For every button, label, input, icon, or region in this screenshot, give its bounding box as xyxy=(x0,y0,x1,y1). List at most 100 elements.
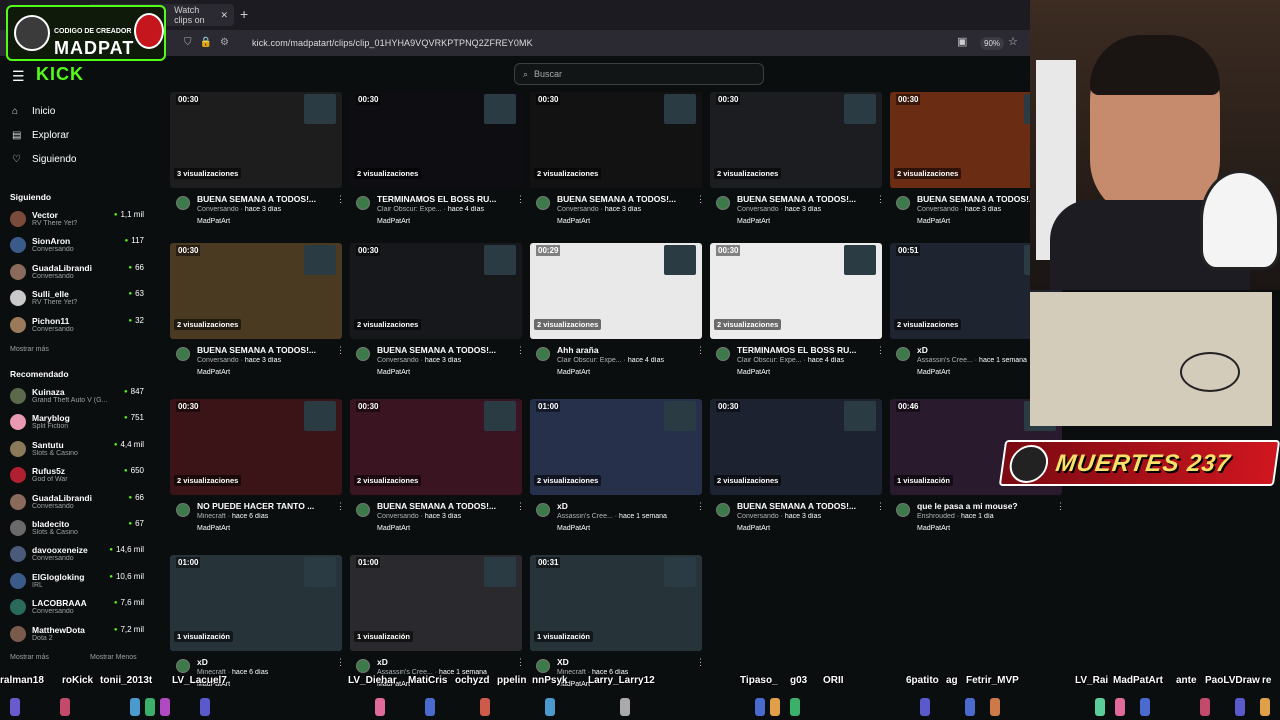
clip-user[interactable]: MadPatArt xyxy=(557,525,590,532)
more-options-icon[interactable]: ⋮ xyxy=(876,345,885,356)
clip-title[interactable]: xD xyxy=(917,345,1047,355)
clip-card[interactable]: 00:29 2 visualizaciones Ahh araña Clair Obs… xyxy=(530,243,705,389)
clip-user[interactable]: MadPatArt xyxy=(197,218,230,225)
clip-thumbnail[interactable]: 00:30 2 visualizaciones xyxy=(350,243,522,339)
clip-thumbnail[interactable]: 00:30 2 visualizaciones xyxy=(710,243,882,339)
clip-title[interactable]: BUENA SEMANA A TODOS!... xyxy=(557,194,687,204)
clip-thumbnail[interactable]: 01:00 1 visualización xyxy=(350,555,522,651)
clip-title[interactable]: BUENA SEMANA A TODOS!... xyxy=(377,501,507,511)
clip-category[interactable]: Enshrouded xyxy=(917,513,955,520)
clip-user[interactable]: MadPatArt xyxy=(377,369,410,376)
clip-category[interactable]: Clair Obscur: Expe... xyxy=(377,206,442,213)
avatar[interactable] xyxy=(356,503,370,517)
new-tab-button[interactable]: + xyxy=(240,6,248,22)
sidebar-channel[interactable]: MaryblogSplit Fiction 751 xyxy=(10,412,144,436)
avatar[interactable] xyxy=(356,196,370,210)
more-options-icon[interactable]: ⋮ xyxy=(336,345,345,356)
kick-logo[interactable]: KICK xyxy=(36,64,84,85)
avatar[interactable] xyxy=(536,503,550,517)
clip-thumbnail[interactable]: 00:30 2 visualizaciones xyxy=(710,399,882,495)
clip-user[interactable]: MadPatArt xyxy=(197,525,230,532)
close-tab-icon[interactable]: ✕ xyxy=(220,10,228,21)
clip-user[interactable]: MadPatArt xyxy=(737,369,770,376)
clip-thumbnail[interactable]: 00:30 2 visualizaciones xyxy=(350,399,522,495)
clip-title[interactable]: xD xyxy=(197,657,327,667)
clip-category[interactable]: Conversando xyxy=(197,357,239,364)
avatar[interactable] xyxy=(536,659,550,673)
clip-card[interactable]: 00:30 2 visualizaciones BUENA SEMANA A TOD… xyxy=(710,92,885,238)
sidebar-channel[interactable]: KuinazaGrand Theft Auto V (G... 847 xyxy=(10,386,144,410)
clip-user[interactable]: MadPatArt xyxy=(377,525,410,532)
shield-icon[interactable]: ⛉ xyxy=(184,37,192,48)
avatar[interactable] xyxy=(716,503,730,517)
clip-category[interactable]: Conversando xyxy=(197,206,239,213)
clip-title[interactable]: BUENA SEMANA A TODOS!... xyxy=(917,194,1047,204)
clip-thumbnail[interactable]: 00:30 2 visualizaciones xyxy=(350,92,522,188)
avatar[interactable] xyxy=(176,347,190,361)
sidebar-channel[interactable]: ElGloglokingIRL 10,6 mil xyxy=(10,571,144,595)
sidebar-channel[interactable]: davooxeneizeConversando 14,6 mil xyxy=(10,544,144,568)
clip-card[interactable]: 00:30 2 visualizaciones TERMINAMOS EL BOSS… xyxy=(350,92,525,238)
avatar[interactable] xyxy=(716,347,730,361)
clip-category[interactable]: Conversando xyxy=(557,206,599,213)
show-more-following[interactable]: Mostrar más xyxy=(10,346,49,353)
more-options-icon[interactable]: ⋮ xyxy=(876,501,885,512)
zoom-level[interactable]: 90% xyxy=(980,37,1005,50)
clip-thumbnail[interactable]: 00:30 2 visualizaciones xyxy=(170,243,342,339)
clip-title[interactable]: BUENA SEMANA A TODOS!... xyxy=(197,345,327,355)
avatar[interactable] xyxy=(896,503,910,517)
clip-category[interactable]: Clair Obscur: Expe... xyxy=(557,357,622,364)
more-options-icon[interactable]: ⋮ xyxy=(1056,501,1065,512)
more-options-icon[interactable]: ⋮ xyxy=(336,194,345,205)
sidebar-channel[interactable]: bladecitoSlots & Casino 67 xyxy=(10,518,144,542)
more-options-icon[interactable]: ⋮ xyxy=(336,657,345,668)
clip-user[interactable]: MadPatArt xyxy=(917,525,950,532)
avatar[interactable] xyxy=(176,503,190,517)
nav-explorar[interactable]: ▤ Explorar xyxy=(12,130,69,141)
lock-icon[interactable]: 🔒 xyxy=(200,37,212,48)
sidebar-channel[interactable]: MatthewDotaDota 2 7,2 mil xyxy=(10,624,144,648)
clip-thumbnail[interactable]: 00:30 2 visualizaciones xyxy=(710,92,882,188)
clip-category[interactable]: Conversando xyxy=(377,513,419,520)
sidebar-channel[interactable]: GuadaLibrandiConversando 66 xyxy=(10,492,144,516)
bookmark-star-icon[interactable]: ☆ xyxy=(1008,35,1018,48)
clip-card[interactable]: 00:30 3 visualizaciones BUENA SEMANA A TOD… xyxy=(170,92,345,238)
clip-card[interactable]: 00:30 2 visualizaciones NO PUEDE HACER TAN… xyxy=(170,399,345,545)
clip-category[interactable]: Conversando xyxy=(377,357,419,364)
clip-user[interactable]: MadPatArt xyxy=(557,369,590,376)
clip-card[interactable]: 00:30 2 visualizaciones BUENA SEMANA A TOD… xyxy=(170,243,345,389)
clip-thumbnail[interactable]: 01:00 1 visualización xyxy=(170,555,342,651)
clip-user[interactable]: MadPatArt xyxy=(737,525,770,532)
avatar[interactable] xyxy=(536,347,550,361)
clip-user[interactable]: MadPatArt xyxy=(197,369,230,376)
clip-category[interactable]: Assassin's Cree... xyxy=(917,357,973,364)
clip-title[interactable]: BUENA SEMANA A TODOS!... xyxy=(197,194,327,204)
more-options-icon[interactable]: ⋮ xyxy=(336,501,345,512)
avatar[interactable] xyxy=(896,196,910,210)
more-options-icon[interactable]: ⋮ xyxy=(516,501,525,512)
clip-title[interactable]: BUENA SEMANA A TODOS!... xyxy=(737,194,867,204)
nav-siguiendo[interactable]: ♡ Siguiendo xyxy=(12,154,76,165)
clip-card[interactable]: 00:30 2 visualizaciones BUENA SEMANA A TOD… xyxy=(530,92,705,238)
avatar[interactable] xyxy=(356,347,370,361)
more-options-icon[interactable]: ⋮ xyxy=(696,501,705,512)
clip-thumbnail[interactable]: 00:30 2 visualizaciones xyxy=(530,92,702,188)
show-less-recommended[interactable]: Mostrar Menos xyxy=(90,654,137,661)
more-options-icon[interactable]: ⋮ xyxy=(696,345,705,356)
sidebar-channel[interactable]: Sulli_elleRV There Yet? 63 xyxy=(10,288,144,312)
sidebar-channel[interactable]: Rufus5zGod of War 650 xyxy=(10,465,144,489)
clip-card[interactable]: 01:00 2 visualizaciones xD Assassin's Cree.… xyxy=(530,399,705,545)
more-options-icon[interactable]: ⋮ xyxy=(516,194,525,205)
sidebar-channel[interactable]: VectorRV There Yet? 1,1 mil xyxy=(10,209,144,233)
more-options-icon[interactable]: ⋮ xyxy=(696,657,705,668)
clip-category[interactable]: Clair Obscur: Expe... xyxy=(737,357,802,364)
clip-category[interactable]: Assassin's Cree... xyxy=(557,513,613,520)
clip-thumbnail[interactable]: 00:29 2 visualizaciones xyxy=(530,243,702,339)
avatar[interactable] xyxy=(176,196,190,210)
clip-title[interactable]: TERMINAMOS EL BOSS RU... xyxy=(377,194,507,204)
sidebar-channel[interactable]: SantutuSlots & Casino 4,4 mil xyxy=(10,439,144,463)
clip-title[interactable]: BUENA SEMANA A TODOS!... xyxy=(737,501,867,511)
clip-card[interactable]: 00:30 2 visualizaciones TERMINAMOS EL BOSS… xyxy=(710,243,885,389)
clip-title[interactable]: que le pasa a mi mouse? xyxy=(917,501,1047,511)
clip-user[interactable]: MadPatArt xyxy=(917,218,950,225)
